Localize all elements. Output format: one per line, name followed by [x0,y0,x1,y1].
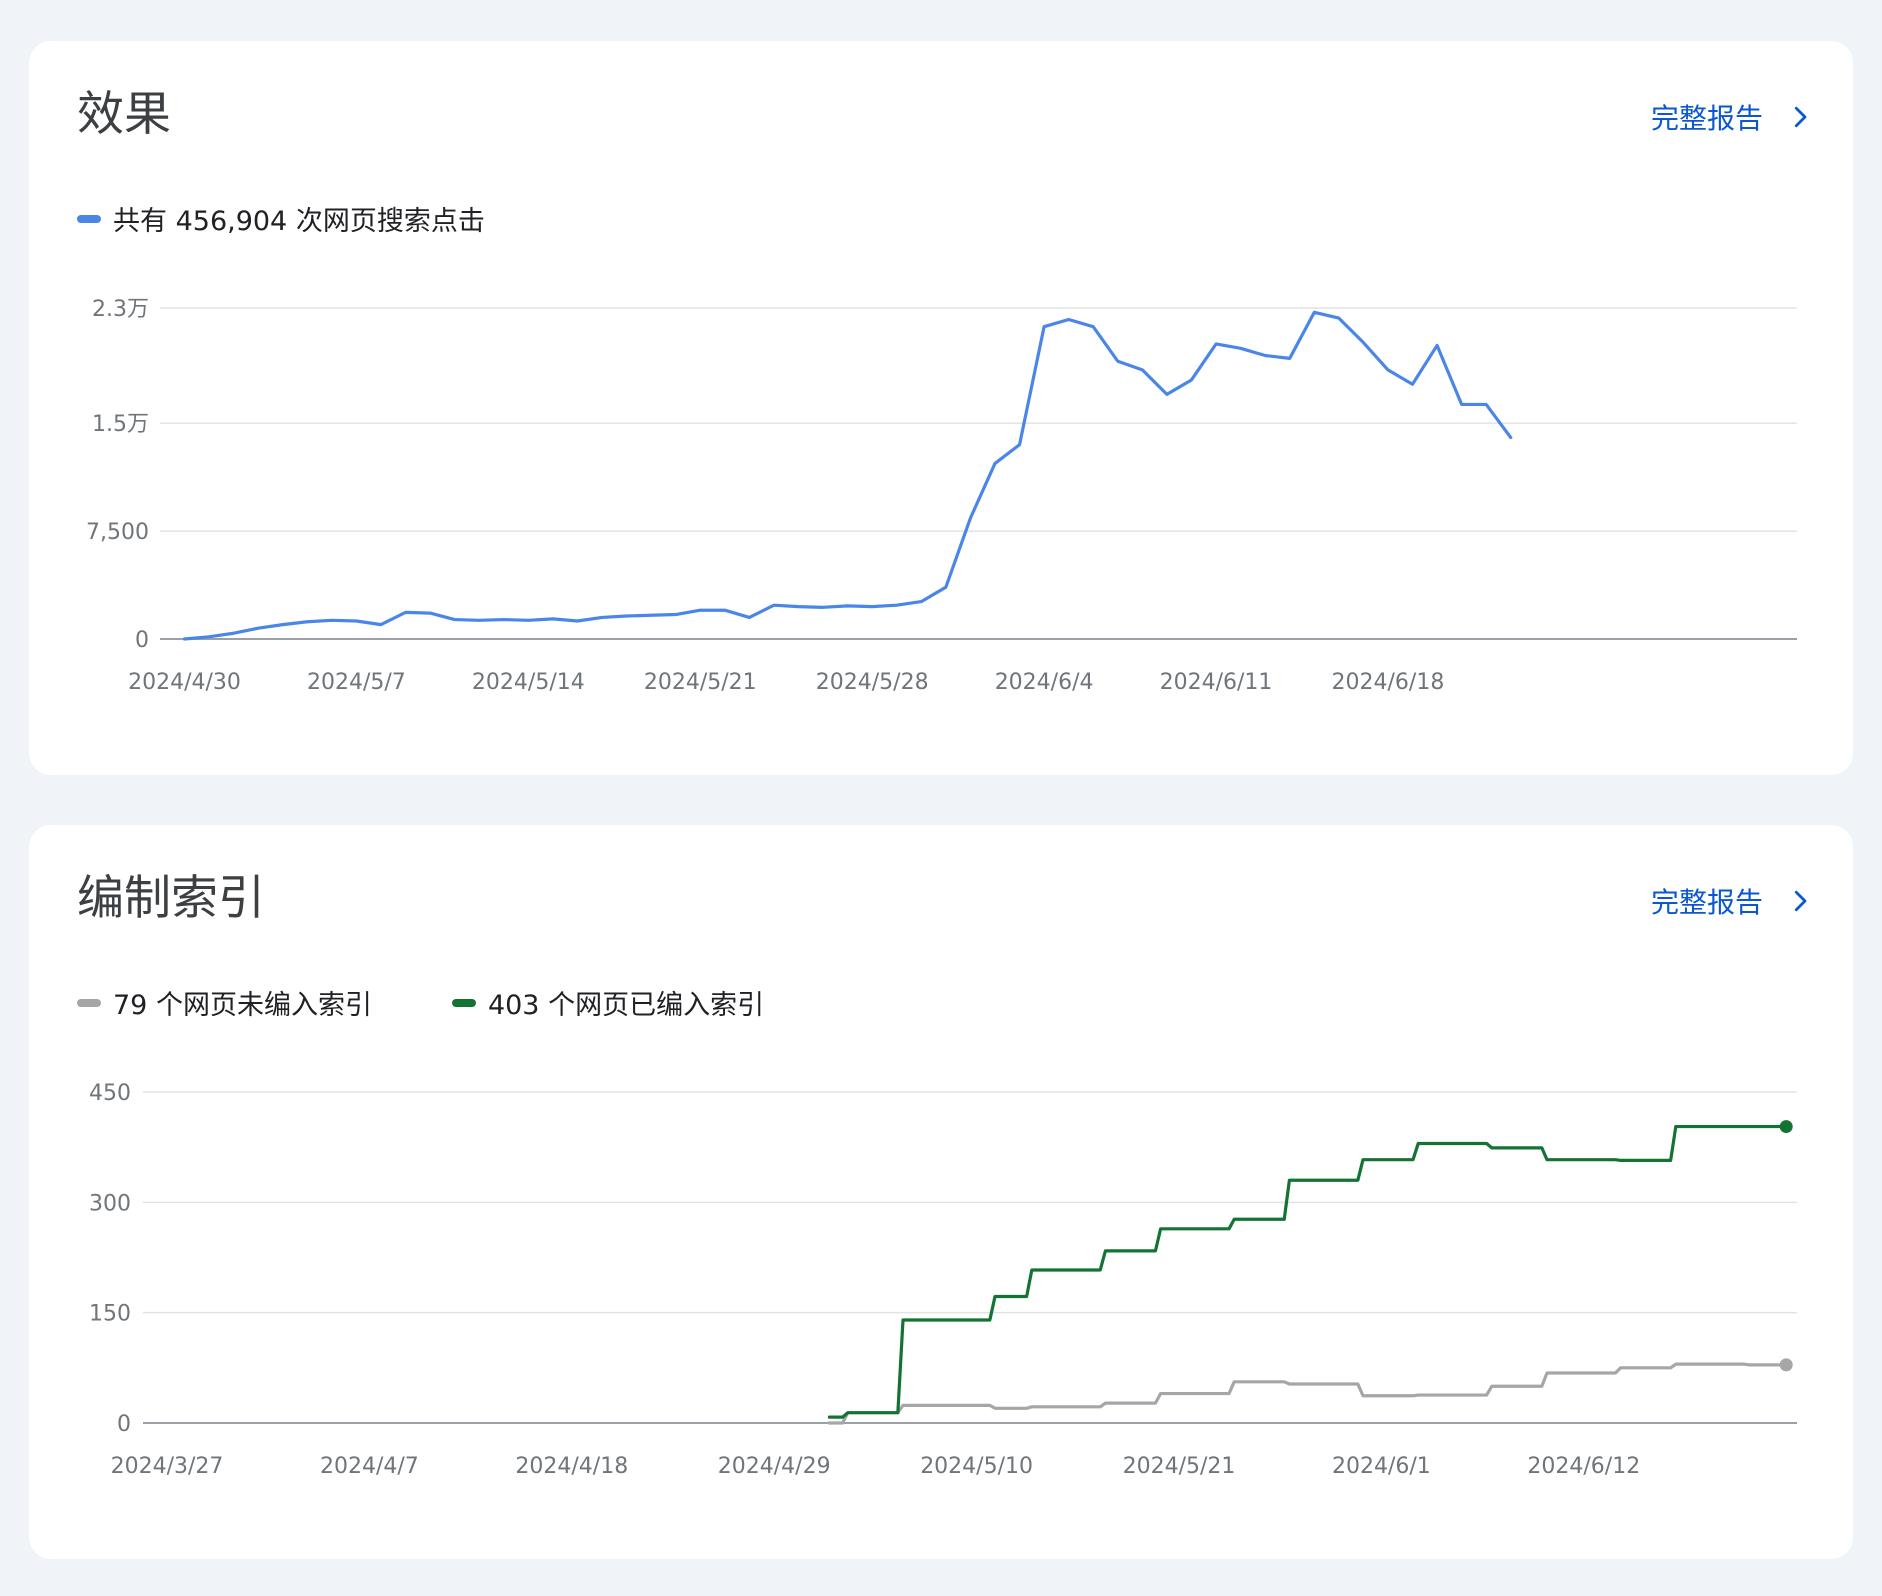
y-tick-label: 0 [117,1412,131,1437]
y-tick-label: 300 [89,1191,131,1216]
x-tick-label: 2024/6/11 [1160,670,1273,695]
y-tick-label: 1.5万 [92,412,149,437]
x-tick-label: 2024/5/21 [644,670,757,695]
y-tick-label: 7,500 [86,520,149,545]
x-tick-label: 2024/5/28 [816,670,929,695]
x-tick-label: 2024/6/1 [1332,1454,1431,1479]
x-tick-label: 2024/5/10 [920,1454,1033,1479]
series-end-point [1779,1358,1793,1372]
y-tick-label: 2.3万 [92,297,149,322]
series-end-point [1779,1120,1793,1134]
y-tick-label: 450 [89,1081,131,1106]
y-tick-label: 0 [135,628,149,653]
x-tick-label: 2024/5/7 [307,670,406,695]
y-tick-label: 150 [89,1302,131,1327]
clicks-line-chart: 0 7,500 1.5万 2.3万 2024/4/30 2024/5/7 2024/5/14… [86,297,1797,695]
x-tick-label: 2024/4/30 [128,670,241,695]
x-tick-label: 2024/5/21 [1123,1454,1236,1479]
x-tick-label: 2024/5/14 [472,670,585,695]
series-line [827,1362,1788,1425]
indexing-card: 编制索引 完整报告 79 个网页未编入索引 403 个网页已编入索引 0 150 3… [29,825,1853,1559]
x-tick-label: 2024/6/18 [1332,670,1445,695]
x-tick-label: 2024/4/7 [320,1454,419,1479]
x-tick-label: 2024/6/4 [995,670,1094,695]
x-tick-label: 2024/4/29 [718,1454,831,1479]
x-tick-label: 2024/4/18 [515,1454,628,1479]
series-line [182,310,1513,641]
x-tick-label: 2024/3/27 [111,1454,224,1479]
x-tick-label: 2024/6/12 [1527,1454,1640,1479]
series-line [827,1124,1788,1419]
performance-card: 效果 完整报告 共有 456,904 次网页搜索点击 0 7,500 1.5万 2.3… [29,41,1853,775]
indexing-line-chart: 0 150 300 450 2024/3/27 2024/4/7 2024/4/18 2024… [89,1081,1797,1479]
